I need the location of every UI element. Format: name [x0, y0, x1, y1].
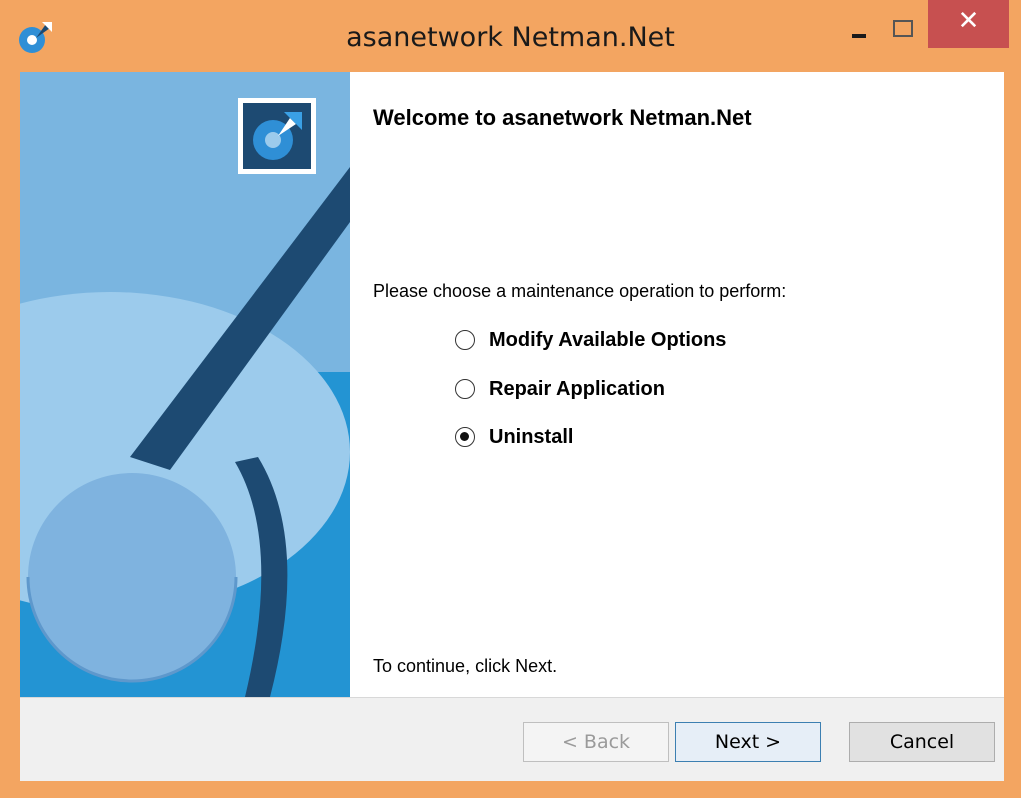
option-label: Modify Available Options: [489, 328, 727, 351]
option-label: Repair Application: [489, 377, 665, 400]
minimize-icon[interactable]: [846, 18, 874, 46]
content-panel: Welcome to asanetwork Netman.Net Please …: [350, 72, 1004, 697]
close-button[interactable]: ✕: [928, 0, 1009, 48]
next-button[interactable]: Next >: [675, 722, 821, 762]
radio-repair[interactable]: [455, 379, 475, 399]
option-label: Uninstall: [489, 425, 574, 448]
side-banner: [20, 72, 350, 697]
option-modify[interactable]: Modify Available Options: [455, 325, 726, 355]
option-uninstall[interactable]: Uninstall: [455, 422, 573, 452]
page-title: Welcome to asanetwork Netman.Net: [373, 105, 752, 130]
back-button[interactable]: < Back: [523, 722, 669, 762]
installer-window: asanetwork Netman.Net ✕ Welcome to asane…: [0, 0, 1021, 798]
instruction-text: Please choose a maintenance operation to…: [373, 281, 787, 301]
button-bar: < Back Next > Cancel: [20, 697, 1004, 781]
continue-hint: To continue, click Next.: [373, 656, 558, 676]
option-repair[interactable]: Repair Application: [455, 374, 665, 404]
maximize-icon[interactable]: [888, 14, 918, 44]
banner-logo-icon: [238, 98, 316, 174]
dialog-body: Welcome to asanetwork Netman.Net Please …: [20, 72, 1004, 781]
radio-uninstall[interactable]: [455, 427, 475, 447]
radio-modify[interactable]: [455, 330, 475, 350]
close-icon: ✕: [957, 6, 980, 36]
title-bar[interactable]: asanetwork Netman.Net ✕: [0, 0, 1021, 72]
cancel-button[interactable]: Cancel: [849, 722, 995, 762]
